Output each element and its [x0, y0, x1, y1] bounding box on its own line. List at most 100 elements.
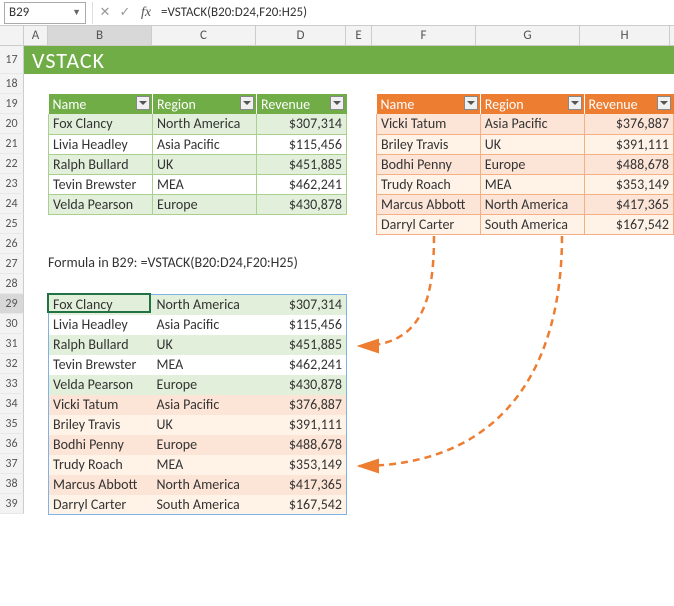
- cell-revenue[interactable]: $391,111: [257, 415, 347, 435]
- row-header[interactable]: 31: [0, 334, 24, 354]
- row-header[interactable]: 38: [0, 474, 24, 494]
- cell-region[interactable]: North America: [153, 114, 257, 134]
- cell-revenue[interactable]: $462,241: [257, 355, 347, 375]
- cell-region[interactable]: Europe: [153, 194, 257, 214]
- cell-name[interactable]: Tevin Brewster: [49, 174, 153, 194]
- cell-name[interactable]: Vicki Tatum: [377, 114, 481, 134]
- row-header[interactable]: 30: [0, 314, 24, 334]
- fx-icon[interactable]: fx: [135, 5, 157, 21]
- cell-name[interactable]: Tevin Brewster: [49, 355, 153, 375]
- cell-name[interactable]: Ralph Bullard: [49, 335, 153, 355]
- formula-input[interactable]: =VSTACK(B20:D24,F20:H25): [157, 5, 674, 20]
- name-box[interactable]: B29 ▼: [4, 2, 86, 24]
- cell-revenue[interactable]: $307,314: [257, 295, 347, 315]
- row-header[interactable]: 35: [0, 414, 24, 434]
- row-header[interactable]: 36: [0, 434, 24, 454]
- cell-revenue[interactable]: $451,885: [257, 154, 347, 174]
- cell-region[interactable]: Europe: [153, 435, 257, 455]
- cell-revenue[interactable]: $430,878: [257, 375, 347, 395]
- filter-icon[interactable]: [568, 96, 582, 110]
- col-revenue[interactable]: Revenue: [584, 94, 673, 114]
- cell-region[interactable]: North America: [153, 295, 257, 315]
- column-header[interactable]: D: [256, 26, 346, 45]
- filter-icon[interactable]: [330, 96, 344, 110]
- row-header[interactable]: 17: [0, 46, 24, 74]
- cell-name[interactable]: Marcus Abbott: [49, 475, 153, 495]
- cell-revenue[interactable]: $417,365: [584, 194, 673, 214]
- row-header[interactable]: 29: [0, 294, 24, 314]
- cell-revenue[interactable]: $307,314: [257, 114, 347, 134]
- row-header[interactable]: 25: [0, 214, 24, 234]
- cell-revenue[interactable]: $451,885: [257, 335, 347, 355]
- column-header[interactable]: B: [48, 26, 152, 45]
- column-header[interactable]: G: [476, 26, 580, 45]
- cell-region[interactable]: MEA: [480, 174, 584, 194]
- row-header[interactable]: 34: [0, 394, 24, 414]
- cell-revenue[interactable]: $488,678: [584, 154, 673, 174]
- row-header[interactable]: 18: [0, 74, 24, 94]
- row-header[interactable]: 23: [0, 174, 24, 194]
- filter-icon[interactable]: [136, 96, 150, 110]
- row-header[interactable]: 19: [0, 94, 24, 114]
- cell-region[interactable]: Asia Pacific: [153, 395, 257, 415]
- row-header[interactable]: 27: [0, 254, 24, 274]
- cell-revenue[interactable]: $462,241: [257, 174, 347, 194]
- cell-region[interactable]: MEA: [153, 455, 257, 475]
- cell-region[interactable]: MEA: [153, 355, 257, 375]
- row-header[interactable]: 21: [0, 134, 24, 154]
- row-header[interactable]: 32: [0, 354, 24, 374]
- row-header[interactable]: 24: [0, 194, 24, 214]
- cell-revenue[interactable]: $115,456: [257, 315, 347, 335]
- cell-region[interactable]: South America: [153, 495, 257, 515]
- row-header[interactable]: 22: [0, 154, 24, 174]
- row-header[interactable]: 26: [0, 234, 24, 254]
- col-revenue[interactable]: Revenue: [257, 94, 347, 114]
- cancel-icon[interactable]: ✕: [95, 5, 115, 20]
- chevron-down-icon[interactable]: ▼: [72, 7, 81, 18]
- cell-region[interactable]: Asia Pacific: [480, 114, 584, 134]
- cell-region[interactable]: UK: [153, 335, 257, 355]
- cell-name[interactable]: Fox Clancy: [49, 295, 153, 315]
- cell-region[interactable]: South America: [480, 214, 584, 234]
- cell-name[interactable]: Ralph Bullard: [49, 154, 153, 174]
- cell-name[interactable]: Velda Pearson: [49, 194, 153, 214]
- col-name[interactable]: Name: [377, 94, 481, 114]
- filter-icon[interactable]: [240, 96, 254, 110]
- confirm-icon[interactable]: ✓: [115, 5, 135, 20]
- column-header[interactable]: F: [372, 26, 476, 45]
- cell-revenue[interactable]: $430,878: [257, 194, 347, 214]
- cell-revenue[interactable]: $391,111: [584, 134, 673, 154]
- cell-name[interactable]: Trudy Roach: [377, 174, 481, 194]
- col-region[interactable]: Region: [153, 94, 257, 114]
- cell-name[interactable]: Livia Headley: [49, 134, 153, 154]
- cell-region[interactable]: Asia Pacific: [153, 134, 257, 154]
- cell-name[interactable]: Briley Travis: [377, 134, 481, 154]
- column-header[interactable]: A: [24, 26, 48, 45]
- cell-revenue[interactable]: $115,456: [257, 134, 347, 154]
- cell-revenue[interactable]: $167,542: [584, 214, 673, 234]
- row-header[interactable]: 28: [0, 274, 24, 294]
- cell-name[interactable]: Trudy Roach: [49, 455, 153, 475]
- row-header[interactable]: 20: [0, 114, 24, 134]
- filter-icon[interactable]: [657, 96, 671, 110]
- column-header[interactable]: H: [580, 26, 670, 45]
- cell-name[interactable]: Darryl Carter: [377, 214, 481, 234]
- cell-name[interactable]: Fox Clancy: [49, 114, 153, 134]
- cell-name[interactable]: Bodhi Penny: [377, 154, 481, 174]
- cell-name[interactable]: Vicki Tatum: [49, 395, 153, 415]
- cell-name[interactable]: Bodhi Penny: [49, 435, 153, 455]
- col-name[interactable]: Name: [49, 94, 153, 114]
- column-header[interactable]: E: [346, 26, 372, 45]
- cell-region[interactable]: Europe: [153, 375, 257, 395]
- cell-region[interactable]: UK: [480, 134, 584, 154]
- column-header[interactable]: C: [152, 26, 256, 45]
- cell-revenue[interactable]: $488,678: [257, 435, 347, 455]
- cell-name[interactable]: Velda Pearson: [49, 375, 153, 395]
- cell-region[interactable]: North America: [153, 475, 257, 495]
- row-header[interactable]: 37: [0, 454, 24, 474]
- cell-revenue[interactable]: $417,365: [257, 475, 347, 495]
- cell-revenue[interactable]: $376,887: [584, 114, 673, 134]
- row-header[interactable]: 33: [0, 374, 24, 394]
- cell-name[interactable]: Livia Headley: [49, 315, 153, 335]
- cell-region[interactable]: North America: [480, 194, 584, 214]
